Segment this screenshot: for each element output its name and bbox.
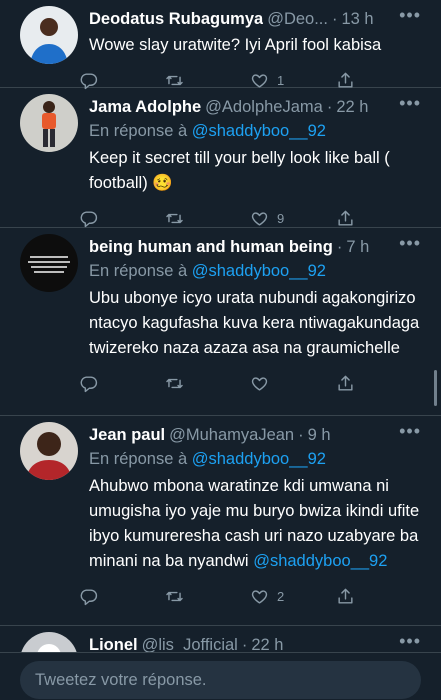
like-button[interactable]: 1	[250, 71, 336, 90]
reply-input[interactable]: Tweetez votre réponse.	[20, 661, 421, 699]
woozy-face-emoji: 🥴	[152, 174, 173, 192]
tweet[interactable]: Jama Adolphe @AdolpheJama · 22 h En répo…	[0, 88, 441, 228]
avatar[interactable]	[20, 234, 78, 292]
reply-icon	[79, 374, 98, 393]
share-icon	[336, 587, 355, 606]
more-icon[interactable]: •••	[399, 6, 421, 24]
retweet-icon	[165, 71, 184, 90]
retweet-icon	[165, 209, 184, 228]
reply-button[interactable]	[79, 71, 165, 90]
reply-button[interactable]	[79, 374, 165, 393]
author-name[interactable]: Deodatus Rubagumya	[89, 8, 263, 30]
author-name[interactable]: Lionel	[89, 634, 138, 652]
share-button[interactable]	[336, 587, 422, 606]
like-icon	[250, 587, 269, 606]
share-icon	[336, 374, 355, 393]
like-icon	[250, 374, 269, 393]
timestamp[interactable]: 7 h	[346, 236, 369, 258]
tweet[interactable]: Jean paul @MuhamyaJean · 9 h En réponse …	[0, 416, 441, 626]
avatar[interactable]	[20, 422, 78, 480]
separator-dot: ·	[326, 98, 333, 116]
author-handle[interactable]: @Deo...	[267, 8, 328, 30]
reply-prefix: En réponse à	[89, 262, 192, 280]
share-button[interactable]	[336, 209, 422, 228]
author-name[interactable]: being human and human being	[89, 236, 333, 258]
more-icon[interactable]: •••	[399, 422, 421, 440]
share-button[interactable]	[336, 374, 422, 393]
retweet-button[interactable]	[165, 209, 251, 228]
reply-icon	[79, 71, 98, 90]
avatar[interactable]	[20, 6, 78, 64]
reply-mention-link[interactable]: @shaddyboo__92	[192, 262, 326, 280]
tweet-text-content: Ubu ubonye icyo urata nubundi agakongiri…	[89, 289, 420, 357]
like-count: 2	[277, 588, 285, 604]
tweet-text: Keep it secret till your belly look like…	[89, 146, 421, 196]
timestamp[interactable]: 13 h	[341, 8, 373, 30]
like-button[interactable]	[250, 374, 336, 393]
tweet-text: Ubu ubonye icyo urata nubundi agakongiri…	[89, 286, 421, 361]
tweet-text: Ahubwo mbona waratinze kdi umwana ni umu…	[89, 474, 421, 574]
separator-dot: ·	[298, 426, 304, 444]
like-button[interactable]: 2	[250, 587, 336, 606]
reply-context: En réponse à @shaddyboo__92	[89, 447, 421, 471]
author-handle[interactable]: @AdolpheJama	[205, 96, 323, 118]
tweet[interactable]: being human and human being · 7 h En rép…	[0, 228, 441, 416]
like-count: 9	[277, 210, 285, 226]
author-handle[interactable]: @lis_Jofficial	[142, 634, 238, 652]
reply-button[interactable]	[79, 209, 165, 228]
author-name[interactable]: Jama Adolphe	[89, 96, 201, 118]
retweet-icon	[165, 587, 184, 606]
reply-mention-link[interactable]: @shaddyboo__92	[192, 450, 326, 468]
like-icon	[250, 209, 269, 228]
like-count: 1	[277, 72, 285, 88]
reply-prefix: En réponse à	[89, 450, 192, 468]
tweet-text: Wowe slay uratwite? Iyi April fool kabis…	[89, 33, 421, 58]
replies-feed: Deodatus Rubagumya @Deo... · 13 h Wowe s…	[0, 0, 441, 652]
tweet-actions: 2	[79, 576, 421, 616]
tweet[interactable]: Lionel @lis_Jofficial · 22 h •••	[0, 626, 441, 652]
author-handle[interactable]: @MuhamyaJean	[169, 424, 294, 446]
more-icon[interactable]: •••	[399, 94, 421, 112]
scrollbar[interactable]	[434, 370, 437, 406]
tweet[interactable]: Deodatus Rubagumya @Deo... · 13 h Wowe s…	[0, 0, 441, 88]
avatar[interactable]	[20, 632, 78, 652]
author-name[interactable]: Jean paul	[89, 424, 165, 446]
retweet-button[interactable]	[165, 71, 251, 90]
separator-dot: ·	[336, 238, 343, 256]
separator-dot: ·	[331, 10, 338, 28]
share-icon	[336, 71, 355, 90]
tweet-actions	[79, 363, 421, 403]
reply-context: En réponse à @shaddyboo__92	[89, 259, 421, 283]
retweet-icon	[165, 374, 184, 393]
timestamp[interactable]: 22 h	[336, 96, 368, 118]
avatar[interactable]	[20, 94, 78, 152]
like-icon	[250, 71, 269, 90]
tweet-text-content: Wowe slay uratwite? Iyi April fool kabis…	[89, 36, 382, 54]
timestamp[interactable]: 22 h	[251, 634, 283, 652]
share-icon	[336, 209, 355, 228]
more-icon[interactable]: •••	[399, 632, 421, 650]
retweet-button[interactable]	[165, 587, 251, 606]
reply-prefix: En réponse à	[89, 122, 192, 140]
mention-link[interactable]: @shaddyboo__92	[253, 552, 387, 570]
reply-icon	[79, 587, 98, 606]
reply-composer-bar: Tweetez votre réponse.	[0, 652, 441, 700]
reply-button[interactable]	[79, 587, 165, 606]
like-button[interactable]: 9	[250, 209, 336, 228]
share-button[interactable]	[336, 71, 422, 90]
timestamp[interactable]: 9 h	[308, 424, 331, 446]
reply-mention-link[interactable]: @shaddyboo__92	[192, 122, 326, 140]
reply-context: En réponse à @shaddyboo__92	[89, 119, 421, 143]
more-icon[interactable]: •••	[399, 234, 421, 252]
tweet-text-content: Keep it secret till your belly look like…	[89, 149, 390, 192]
separator-dot: ·	[241, 636, 248, 652]
reply-icon	[79, 209, 98, 228]
retweet-button[interactable]	[165, 374, 251, 393]
